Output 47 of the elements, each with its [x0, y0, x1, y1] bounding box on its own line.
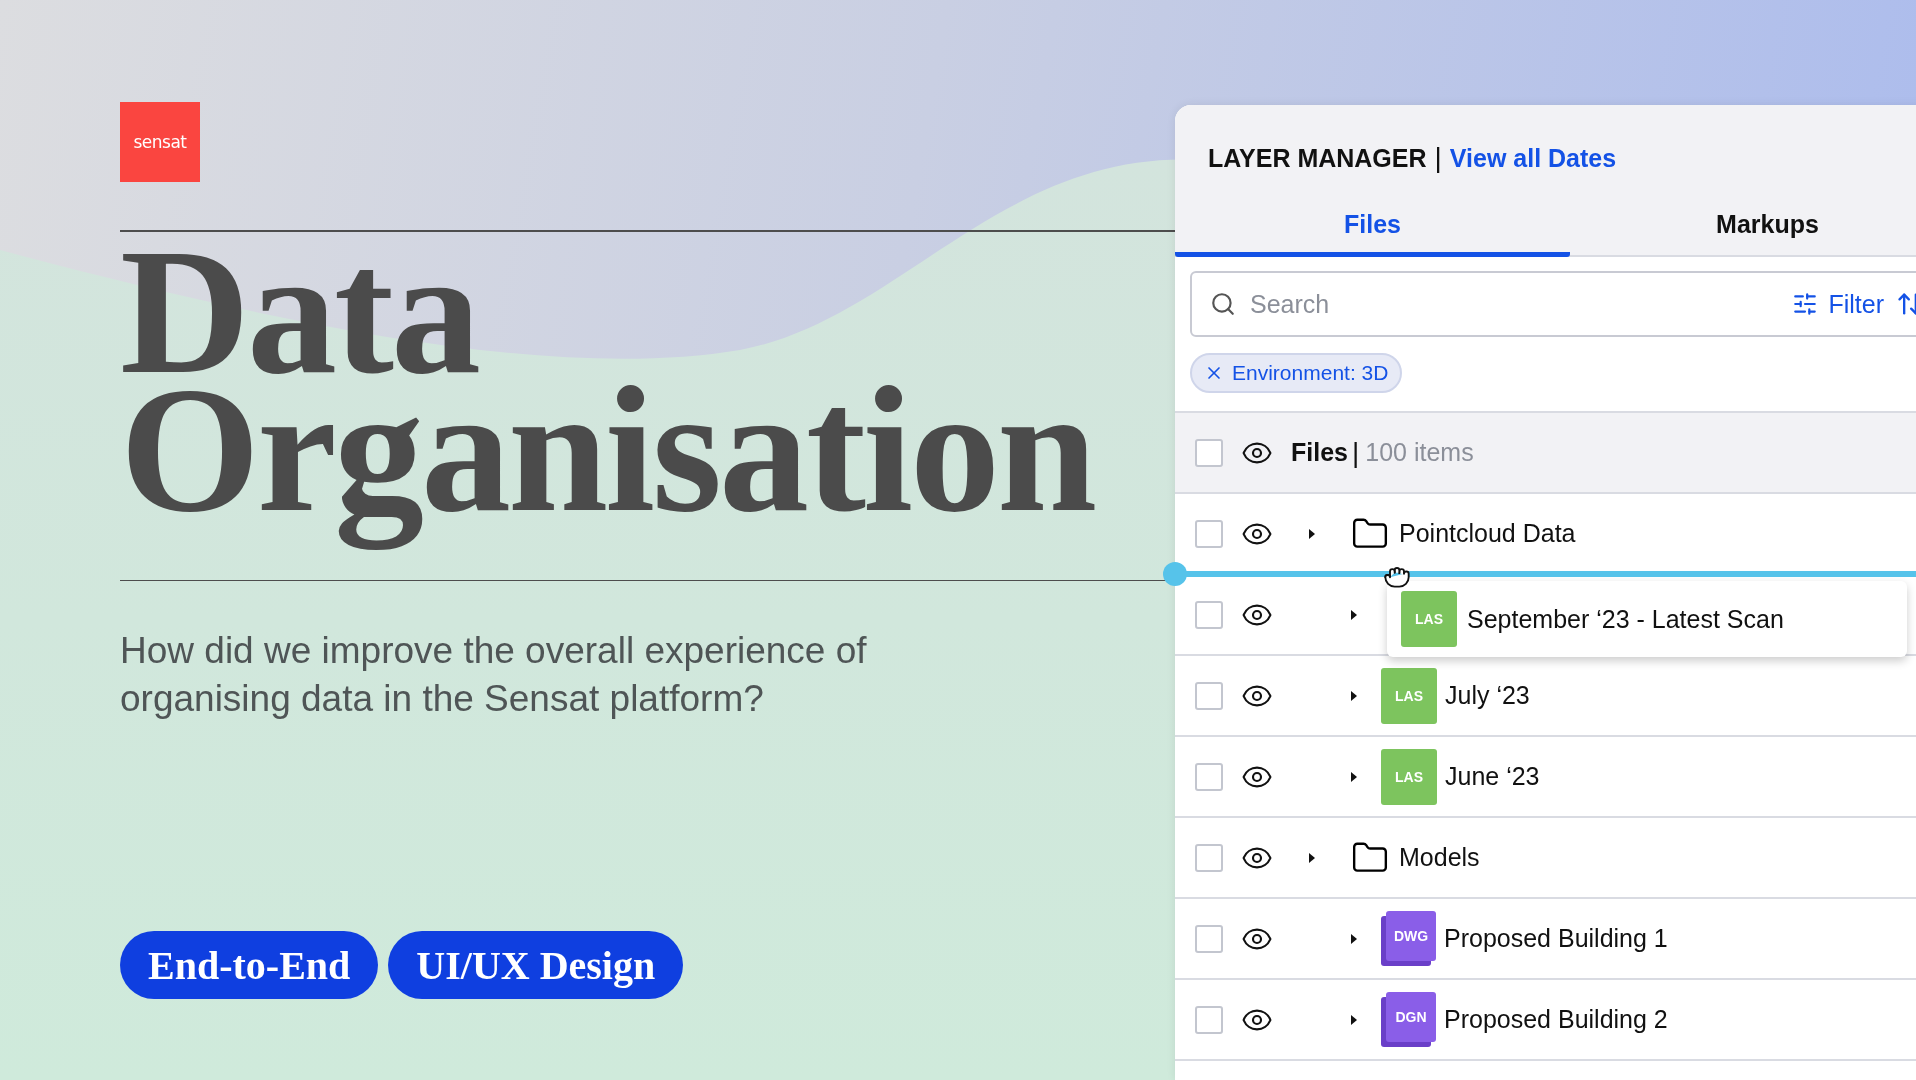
checkbox[interactable] — [1195, 1005, 1223, 1034]
tree-row[interactable]: DGN Proposed Building 2 — [1175, 980, 1916, 1061]
search-field[interactable]: Search Filter — [1190, 271, 1916, 337]
checkbox[interactable] — [1195, 681, 1223, 710]
header-label: Files — [1291, 438, 1348, 467]
tab[interactable]: Files — [1175, 197, 1570, 257]
item-count: 100 items — [1365, 438, 1474, 467]
folder-name[interactable]: Models — [1399, 843, 1480, 872]
panel-title: LAYER MANAGER — [1208, 143, 1427, 173]
search-icon — [1210, 291, 1236, 317]
file-name: September ‘23 - Latest Scan — [1467, 604, 1784, 634]
filter-chip[interactable]: Environment: 3D — [1190, 353, 1403, 393]
folder-name[interactable]: Pointcloud Data — [1399, 519, 1576, 548]
tree-row[interactable]: Models — [1175, 818, 1916, 899]
filter-button[interactable]: Filter — [1792, 289, 1884, 319]
tag-pill: End-to-End — [120, 931, 379, 999]
checkbox[interactable] — [1195, 843, 1223, 872]
separator: | — [1434, 142, 1442, 174]
file-type-badge: LAS — [1381, 667, 1437, 724]
file-type-badge: LAS — [1381, 748, 1437, 805]
checkbox[interactable] — [1195, 519, 1223, 548]
caret-icon[interactable] — [1349, 1012, 1359, 1027]
caret-icon[interactable] — [1307, 850, 1317, 865]
caret-icon[interactable] — [1349, 769, 1359, 784]
separator: | — [1352, 436, 1360, 469]
tree-row[interactable]: LAS July ‘23 — [1175, 656, 1916, 737]
tree-row[interactable]: DWG Proposed Building 1 — [1175, 899, 1916, 980]
sliders-icon — [1792, 291, 1819, 317]
checkbox[interactable] — [1195, 600, 1223, 629]
caret-icon[interactable] — [1349, 931, 1359, 946]
file-type-badge: LAS — [1401, 591, 1457, 647]
caret-icon[interactable] — [1349, 607, 1359, 622]
checkbox[interactable] — [1195, 924, 1223, 953]
subtitle: How did we improve the overall experience of organising data in the Sensat platform? — [120, 629, 868, 721]
caret-icon[interactable] — [1349, 688, 1359, 703]
view-dates-link[interactable]: View all Dates — [1449, 143, 1617, 173]
checkbox[interactable] — [1195, 438, 1223, 467]
file-name[interactable]: June ‘23 — [1445, 762, 1540, 791]
tree-row[interactable]: LAS June ‘23 — [1175, 737, 1916, 818]
caret-icon[interactable] — [1307, 526, 1317, 541]
file-name[interactable]: Proposed Building 1 — [1444, 924, 1668, 953]
tab[interactable]: Markups — [1570, 197, 1916, 257]
logo: sensat — [120, 102, 200, 182]
file-name[interactable]: Proposed Building 2 — [1444, 1005, 1668, 1034]
file-name[interactable]: July ‘23 — [1445, 681, 1530, 710]
tag-pill: UI/UX Design — [388, 931, 684, 999]
checkbox[interactable] — [1195, 762, 1223, 791]
